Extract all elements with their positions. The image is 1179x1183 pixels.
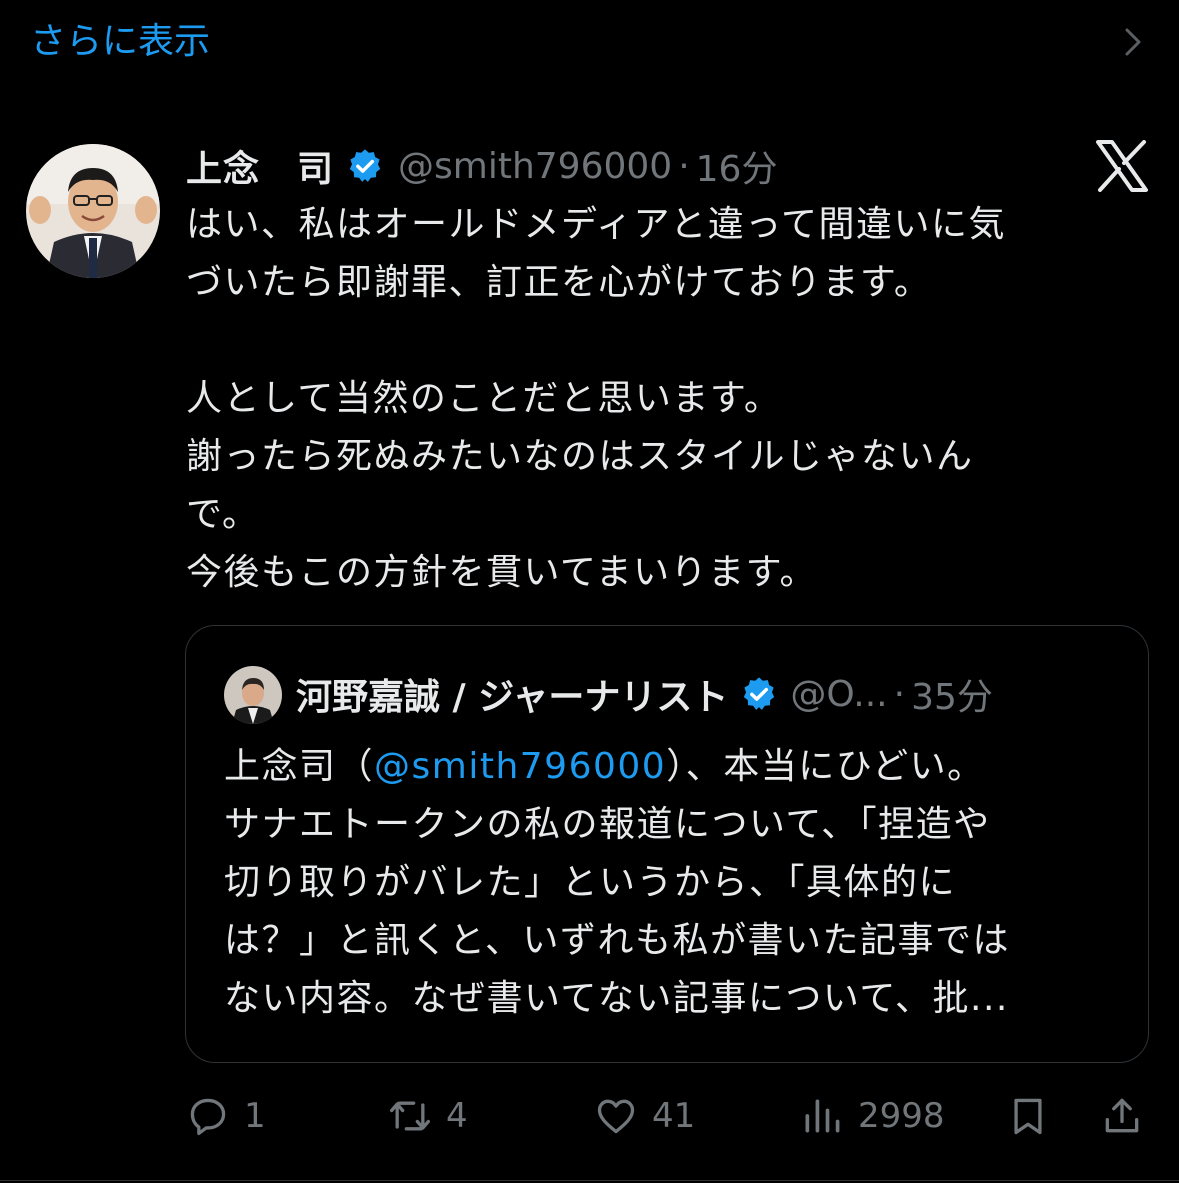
share-button[interactable]: [1100, 1088, 1144, 1144]
quoted-text-line: は？」と訊くと、いずれも私が書いた記事では: [224, 920, 1011, 961]
view-count: 2998: [858, 1096, 945, 1136]
show-more-link[interactable]: さらに表示: [30, 14, 210, 70]
verified-badge-icon: [744, 677, 775, 710]
divider: [0, 1180, 1179, 1181]
quoted-text-prefix: 上念司（: [224, 746, 375, 787]
x-logo-icon[interactable]: [1094, 140, 1150, 192]
tweet-text-line: はい、私はオールドメディアと違って間違いに気: [186, 204, 1006, 245]
views-icon: [805, 1099, 840, 1133]
show-more-row[interactable]: さらに表示: [0, 0, 1179, 90]
quoted-text-suffix: ）、本当にひどい。: [666, 746, 985, 787]
reply-button[interactable]: 1: [186, 1088, 266, 1144]
retweet-button[interactable]: 4: [388, 1088, 468, 1144]
retweet-count: 4: [446, 1096, 468, 1136]
quoted-author-handle[interactable]: @O...: [790, 674, 887, 715]
tweet-text-line: 今後もこの方針を貫いてまいります。: [186, 552, 818, 593]
quoted-tweet-header: 河野嘉誠 / ジャーナリスト @O... · 35分: [296, 664, 993, 724]
quoted-text-line: 切り取りがバレた」というから、「具体的に: [224, 862, 957, 903]
bookmark-button[interactable]: [1006, 1088, 1050, 1144]
tweet-text-line: づいたら即謝罪、訂正を心がけております。: [186, 262, 932, 303]
like-icon: [597, 1099, 635, 1134]
like-count: 41: [652, 1096, 696, 1136]
tweet-header: 上念 司 @smith796000 · 16分: [186, 136, 777, 196]
quoted-tweet-card[interactable]: 河野嘉誠 / ジャーナリスト @O... · 35分 上念司（@smith796…: [185, 625, 1149, 1063]
tweet-time[interactable]: 16分: [696, 140, 778, 192]
quoted-tweet-time[interactable]: 35分: [911, 668, 993, 720]
separator-dot: ·: [893, 673, 906, 715]
quoted-text-line: ない内容。なぜ書いてない記事について、批...: [224, 978, 1009, 1019]
quoted-text-line: 上念司（@smith796000）、本当にひどい。: [224, 738, 1114, 796]
action-bar: 1 4 41 2998: [186, 1088, 1146, 1144]
tweet-text-line: 謝ったら死ぬみたいなのはスタイルじゃないん: [186, 436, 974, 477]
views-button[interactable]: 2998: [800, 1088, 945, 1144]
quoted-author-name[interactable]: 河野嘉誠 / ジャーナリスト: [296, 668, 728, 720]
tweet-text-line: 人として当然のことだと思います。: [186, 378, 782, 419]
reply-icon: [190, 1098, 226, 1136]
quoted-text-line: サナエトークンの私の報道について、「捏造や: [224, 804, 991, 845]
tweet-text: はい、私はオールドメディアと違って間違いに気 づいたら即謝罪、訂正を心がけており…: [186, 196, 1146, 602]
tweet-text-line: で。: [186, 494, 260, 535]
bookmark-icon: [1014, 1098, 1042, 1135]
quoted-tweet-text: 上念司（@smith796000）、本当にひどい。 サナエトークンの私の報道につ…: [224, 738, 1114, 1028]
separator-dot: ·: [678, 145, 690, 187]
retweet-icon: [390, 1101, 430, 1131]
quoted-author-avatar[interactable]: [224, 666, 282, 724]
share-icon: [1105, 1098, 1139, 1133]
reply-count: 1: [244, 1096, 266, 1136]
chevron-right-icon: [1125, 28, 1141, 56]
author-avatar[interactable]: [26, 144, 160, 278]
mention-link[interactable]: @smith796000: [374, 746, 666, 787]
verified-badge-icon: [349, 149, 381, 182]
author-handle[interactable]: @smith796000: [398, 146, 672, 187]
author-name[interactable]: 上念 司: [186, 140, 334, 192]
like-button[interactable]: 41: [594, 1088, 695, 1144]
